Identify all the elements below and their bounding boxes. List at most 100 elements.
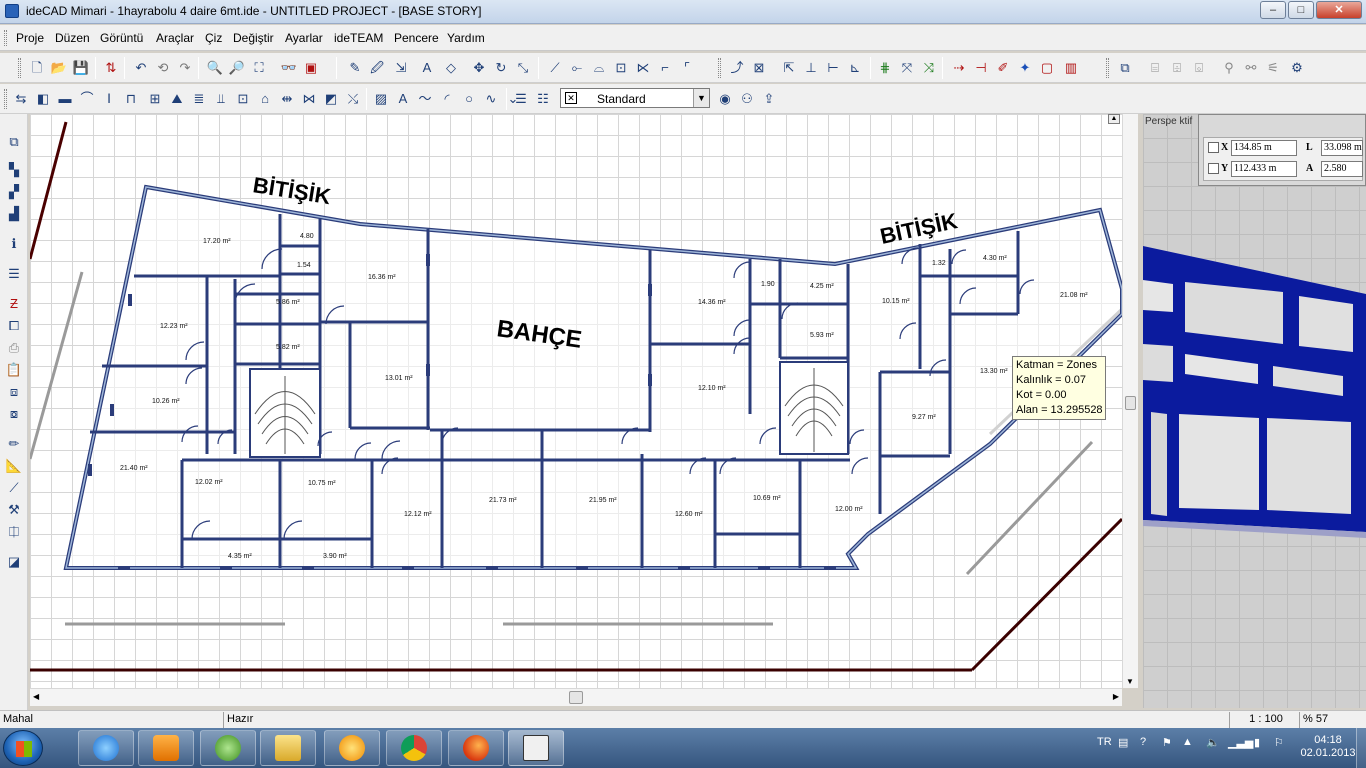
railing-icon[interactable]: ⫫: [212, 89, 230, 107]
snap-tan-icon[interactable]: ⊾: [846, 58, 864, 76]
ibeam-icon[interactable]: Ⅰ: [100, 89, 118, 107]
spline-icon[interactable]: ∿: [482, 89, 500, 107]
offset-icon[interactable]: ⌓: [590, 58, 608, 76]
break-icon[interactable]: ⊡: [612, 58, 630, 76]
section-icon[interactable]: ◩: [322, 89, 340, 107]
extend-icon[interactable]: ⟜: [568, 58, 586, 76]
group-icon[interactable]: ⧈: [5, 382, 23, 400]
trim-icon[interactable]: ⟋: [546, 58, 564, 76]
pick-icon[interactable]: 🖉: [368, 58, 386, 76]
paste-icon[interactable]: 📋: [5, 360, 23, 378]
x-field[interactable]: 134.85 m: [1231, 140, 1297, 156]
unlock-icon[interactable]: ⚯: [1242, 58, 1260, 76]
window-icon[interactable]: ⊞: [146, 89, 164, 107]
volume-icon[interactable]: 🔈: [1206, 736, 1220, 749]
slab-icon[interactable]: ⌒: [78, 89, 96, 107]
ruler-tool-icon[interactable]: 📐: [5, 456, 23, 474]
battery-icon[interactable]: ▮: [1254, 736, 1260, 749]
layer-state-icon[interactable]: ☷: [534, 89, 552, 107]
story-down-icon[interactable]: ⌹: [1168, 58, 1186, 76]
measure-icon[interactable]: ⇢: [950, 58, 968, 76]
copy-layer-icon[interactable]: ⧠: [5, 316, 23, 334]
signal-icon[interactable]: ▁▃▅: [1228, 736, 1253, 749]
menu-degistir[interactable]: Değiştir: [233, 31, 274, 45]
close-button[interactable]: ✕: [1316, 1, 1362, 19]
help-tray-icon[interactable]: ?: [1140, 736, 1146, 748]
dim-chain-icon[interactable]: ⇹: [278, 89, 296, 107]
status-scale[interactable]: 1 : 100: [1230, 712, 1300, 728]
snap-end-icon[interactable]: ⤴: [728, 58, 746, 76]
array-tool-icon[interactable]: ▟: [5, 204, 23, 222]
settings-icon[interactable]: ⚙: [1288, 58, 1306, 76]
filter-icon[interactable]: ⚟: [1264, 58, 1282, 76]
column-icon[interactable]: ◧: [34, 89, 52, 107]
pdf-tray-icon[interactable]: ▤: [1118, 736, 1128, 749]
copy-object-icon[interactable]: ⧉: [5, 132, 23, 150]
circle-icon[interactable]: ○: [460, 89, 478, 107]
drawing-canvas[interactable]: BİTİŞİK BİTİŞİK BAHÇE 17.20 m² 4.80 1.54…: [30, 114, 1122, 688]
style-select[interactable]: ✕ Standard ▼: [560, 88, 710, 108]
a-field[interactable]: 2.580: [1321, 161, 1363, 177]
draw-text-icon[interactable]: A: [394, 89, 412, 107]
export-icon[interactable]: ⇅: [102, 58, 120, 76]
mirror-icon[interactable]: ⋉: [634, 58, 652, 76]
y-lock-checkbox[interactable]: [1208, 163, 1219, 174]
ungroup-icon[interactable]: ⧇: [5, 404, 23, 422]
print-icon[interactable]: ⎙: [5, 338, 23, 356]
collapse-panel-icon[interactable]: ▲: [1108, 114, 1120, 124]
horizontal-scroll-thumb[interactable]: [569, 691, 583, 704]
grid-snap-icon[interactable]: ⋕: [876, 58, 894, 76]
rotate-icon[interactable]: ↻: [492, 58, 510, 76]
walkthrough-icon[interactable]: ⚇: [738, 89, 756, 107]
snap-near-icon[interactable]: ⇱: [780, 58, 798, 76]
menu-araclar[interactable]: Araçlar: [156, 31, 194, 45]
redo-icon[interactable]: ↷: [176, 58, 194, 76]
image-icon[interactable]: ▨: [372, 89, 390, 107]
door-icon[interactable]: ⊓: [122, 89, 140, 107]
perspective-view[interactable]: Perspe ktif: [1143, 114, 1366, 708]
taskbar-firefox[interactable]: [448, 730, 504, 766]
story-copy-icon[interactable]: ⌺: [1190, 58, 1208, 76]
scale-icon[interactable]: ⤡: [514, 58, 532, 76]
render-icon[interactable]: ▣: [302, 58, 320, 76]
door-tool-icon[interactable]: ⎅: [5, 522, 23, 540]
polyline-icon[interactable]: 〜: [416, 89, 434, 107]
taskbar-messenger[interactable]: [200, 730, 256, 766]
eraser-icon[interactable]: ◇: [442, 58, 460, 76]
snap-mid-icon[interactable]: ⊠: [750, 58, 768, 76]
network-tray-icon[interactable]: ⚑: [1162, 736, 1172, 749]
l-field[interactable]: 33.098 m: [1321, 140, 1363, 156]
pencil-tool-icon[interactable]: ✏: [5, 434, 23, 452]
scroll-left-icon[interactable]: ◀: [33, 692, 39, 701]
move-icon[interactable]: ✥: [470, 58, 488, 76]
section-line-icon[interactable]: Ƶ: [5, 294, 23, 312]
show-desktop-button[interactable]: [1356, 728, 1366, 768]
beam-icon[interactable]: ▬: [56, 89, 74, 107]
hatch-icon[interactable]: ⋈: [300, 89, 318, 107]
point-icon[interactable]: ✦: [1016, 58, 1034, 76]
chart-icon[interactable]: ▥: [1062, 58, 1080, 76]
taskbar-chrome[interactable]: [386, 730, 442, 766]
zoom-in-icon[interactable]: 🔍: [206, 58, 224, 76]
menu-ciz[interactable]: Çiz: [205, 31, 222, 45]
new-file-icon[interactable]: 🗋: [28, 58, 46, 76]
slash-tool-icon[interactable]: ⟋: [5, 478, 23, 496]
scroll-right-icon[interactable]: ▶: [1113, 692, 1119, 701]
lock-icon[interactable]: ⚲: [1220, 58, 1238, 76]
layers-icon[interactable]: ⧉: [1116, 58, 1134, 76]
show-hidden-icon[interactable]: ▲: [1182, 736, 1193, 748]
render-tool-icon[interactable]: ◪: [5, 552, 23, 570]
elevation-icon[interactable]: ⤯: [344, 89, 362, 107]
pen-icon[interactable]: ✐: [994, 58, 1012, 76]
polar-icon[interactable]: ⤨: [920, 58, 938, 76]
fillet-icon[interactable]: ⌐: [656, 58, 674, 76]
taskbar-app[interactable]: [324, 730, 380, 766]
undo-list-icon[interactable]: ⟲: [154, 58, 172, 76]
view-glasses-icon[interactable]: 👓: [280, 58, 298, 76]
x-lock-checkbox[interactable]: [1208, 142, 1219, 153]
publish-icon[interactable]: ⇪: [760, 89, 778, 107]
info-tool-icon[interactable]: ℹ: [5, 234, 23, 252]
vertical-scrollbar[interactable]: ▼: [1122, 114, 1138, 688]
language-indicator[interactable]: TR: [1097, 736, 1112, 748]
frame-icon[interactable]: ▢: [1038, 58, 1056, 76]
